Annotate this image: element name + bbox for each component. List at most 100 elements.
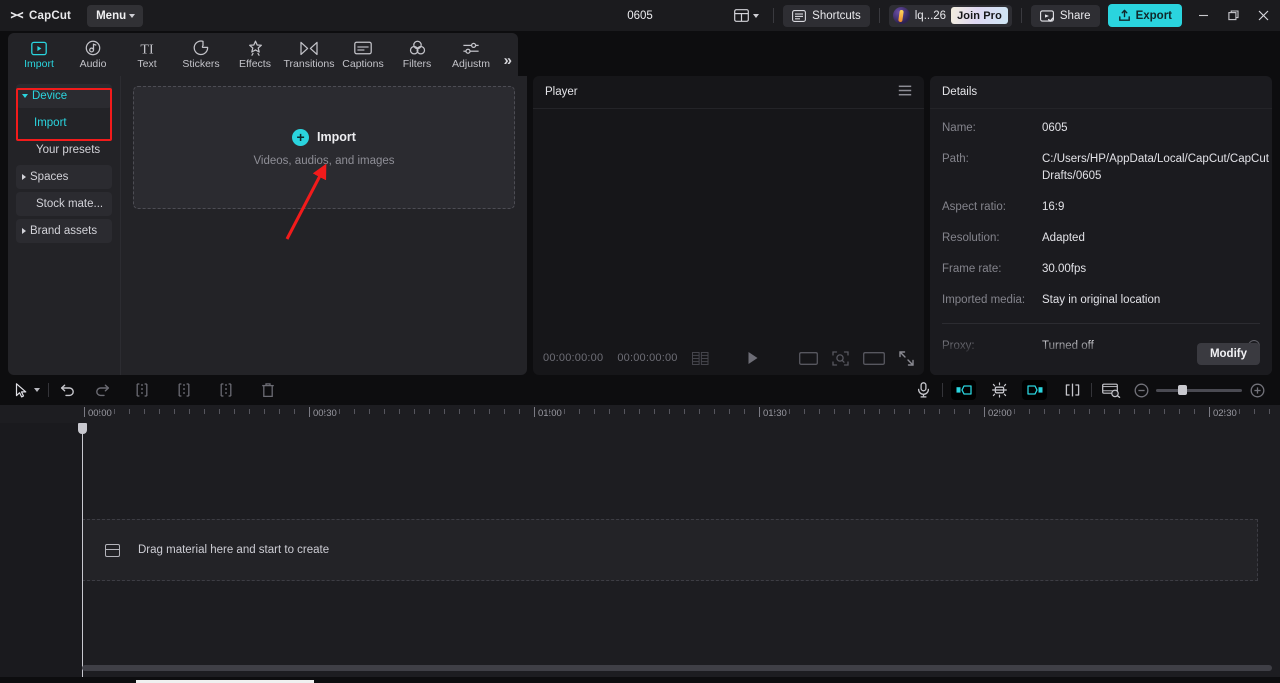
undo-button[interactable]: [57, 379, 79, 401]
toolbar-overflow-button[interactable]: »: [504, 53, 512, 68]
ruler-minor-tick: [609, 409, 610, 414]
close-button[interactable]: [1248, 0, 1278, 31]
shortcuts-button[interactable]: Shortcuts: [783, 4, 870, 27]
player-menu-button[interactable]: [898, 83, 912, 101]
playhead[interactable]: [78, 423, 87, 677]
trim-end-icon: [220, 383, 232, 397]
fullscreen-button[interactable]: [899, 350, 914, 366]
sidebar-item-stock-materials[interactable]: Stock mate...: [16, 192, 112, 216]
zoom-out-button[interactable]: [1130, 379, 1152, 401]
share-button[interactable]: Share: [1030, 4, 1100, 27]
auto-fit-button[interactable]: [988, 379, 1010, 401]
timeline-ruler[interactable]: 00:00 00:30 01:00 01:30 02:00 02:30: [0, 405, 1280, 423]
sidebar-item-brand-assets[interactable]: Brand assets: [16, 219, 112, 243]
zoom-slider-knob[interactable]: [1178, 385, 1187, 395]
select-tool-button[interactable]: [10, 379, 32, 401]
sidebar-item-device[interactable]: Device: [16, 84, 112, 108]
modify-button[interactable]: Modify: [1196, 343, 1260, 365]
sidebar-item-label: Your presets: [36, 144, 101, 156]
timeline-dropzone[interactable]: Drag material here and start to create: [82, 519, 1258, 581]
ruler-major-tick: [1209, 407, 1210, 417]
maximize-button[interactable]: [1218, 0, 1248, 31]
ripple-right-icon: [1026, 385, 1042, 395]
player-view-controls: [799, 350, 914, 366]
play-button[interactable]: [747, 351, 759, 365]
player-header: Player: [533, 76, 924, 109]
tab-transitions[interactable]: Transitions: [282, 33, 336, 76]
ruler-minor-tick: [714, 409, 715, 414]
snap-button[interactable]: [1061, 379, 1083, 401]
tab-stickers[interactable]: Stickers: [174, 33, 228, 76]
minimize-button[interactable]: [1188, 0, 1218, 31]
frame-list-button[interactable]: [691, 351, 709, 365]
ruler-minor-tick: [654, 409, 655, 414]
trim-left-button[interactable]: [173, 379, 195, 401]
cursor-icon: [15, 382, 26, 397]
detail-row-imported-media: Imported media: Stay in original locatio…: [942, 292, 1260, 309]
ripple-delete-right-button[interactable]: [1022, 380, 1047, 400]
app-logo: CapCut: [0, 9, 71, 23]
microphone-icon: [917, 382, 929, 398]
player-stage[interactable]: [533, 109, 924, 341]
tab-text[interactable]: TI Text: [120, 33, 174, 76]
sidebar-item-label: Device: [32, 90, 68, 102]
redo-icon: [96, 384, 110, 397]
record-voiceover-button[interactable]: [912, 379, 934, 401]
ruler-minor-tick: [1089, 409, 1090, 414]
layout-switch-button[interactable]: [729, 6, 764, 25]
zoom-slider-track[interactable]: [1156, 385, 1242, 395]
ruler-minor-tick: [744, 409, 745, 414]
details-title: Details: [942, 86, 978, 98]
ruler-minor-tick: [354, 409, 355, 414]
join-pro-badge[interactable]: Join Pro: [951, 7, 1008, 24]
ruler-minor-tick: [834, 409, 835, 414]
export-button[interactable]: Export: [1107, 4, 1182, 27]
stickers-icon: [193, 39, 209, 57]
zoom-in-button[interactable]: [1246, 379, 1268, 401]
divider: [48, 383, 49, 397]
tab-label: Audio: [79, 58, 107, 70]
ruler-minor-tick: [339, 409, 340, 414]
timeline-horizontal-scrollbar[interactable]: [82, 665, 1272, 671]
detail-value: 0605: [1042, 122, 1068, 134]
tab-effects[interactable]: Effects: [228, 33, 282, 76]
timeline-tracks[interactable]: Drag material here and start to create: [82, 423, 1280, 677]
trim-right-button[interactable]: [215, 379, 237, 401]
audio-icon: [85, 39, 101, 57]
ruler-minor-tick: [1269, 409, 1270, 414]
zoom-slider[interactable]: [1156, 385, 1242, 395]
aspect-wide-button[interactable]: [863, 351, 885, 365]
ruler-minor-tick: [1044, 409, 1045, 414]
delete-button[interactable]: [257, 379, 279, 401]
tab-import[interactable]: Import: [12, 33, 66, 76]
menu-label: Menu: [96, 9, 127, 22]
ruler-minor-tick: [384, 409, 385, 414]
split-button[interactable]: [131, 379, 153, 401]
sidebar-item-spaces[interactable]: Spaces: [16, 165, 112, 189]
playhead-handle[interactable]: [78, 423, 87, 434]
preview-thumbnails-button[interactable]: [1100, 379, 1122, 401]
tab-filters[interactable]: Filters: [390, 33, 444, 76]
sidebar-item-label: Stock mate...: [36, 198, 104, 210]
ruler-minor-tick: [1239, 409, 1240, 414]
sidebar-item-your-presets[interactable]: Your presets: [16, 138, 112, 162]
tool-dropdown-caret-icon[interactable]: [34, 388, 40, 392]
tab-captions[interactable]: Captions: [336, 33, 390, 76]
ruler-minor-tick: [429, 409, 430, 414]
import-dropzone[interactable]: + Import Videos, audios, and images: [133, 86, 515, 209]
tab-adjustment[interactable]: Adjustm: [444, 33, 498, 76]
menu-button[interactable]: Menu: [87, 4, 144, 27]
ruler-label: 02:00: [988, 408, 1012, 419]
sidebar-item-import[interactable]: Import: [16, 111, 112, 135]
ripple-delete-left-button[interactable]: [951, 380, 976, 400]
storyboard-icon: [691, 351, 709, 365]
tab-audio[interactable]: Audio: [66, 33, 120, 76]
effects-icon: [247, 39, 264, 57]
ruler-minor-tick: [294, 409, 295, 414]
ruler-minor-tick: [1014, 409, 1015, 414]
zoom-fit-button[interactable]: [832, 350, 849, 366]
account-button[interactable]: lq...26 Join Pro: [888, 4, 1012, 27]
aspect-fit-button[interactable]: [799, 351, 818, 365]
ruler-minor-tick: [864, 409, 865, 414]
redo-button[interactable]: [91, 379, 113, 401]
